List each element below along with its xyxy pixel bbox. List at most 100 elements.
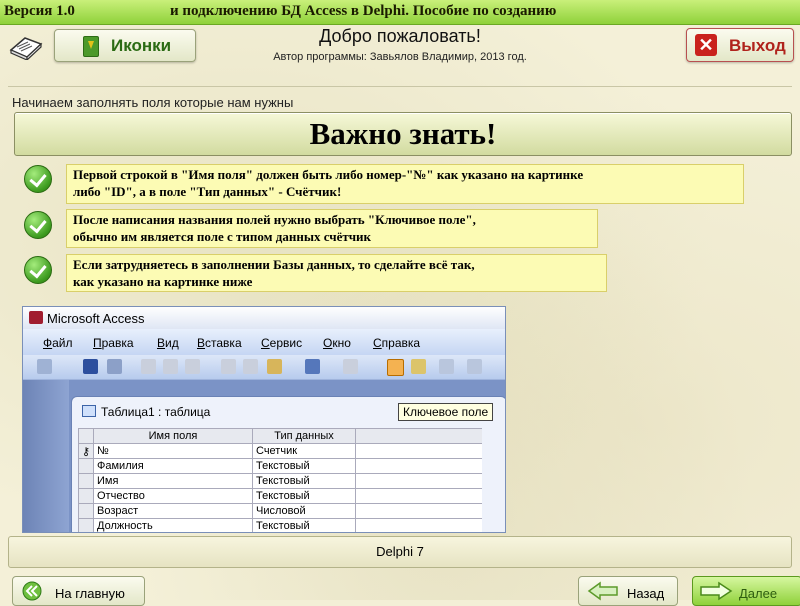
field-description [355, 443, 482, 459]
check-icon [24, 256, 52, 284]
field-type: Текстовый [252, 458, 356, 474]
field-type: Текстовый [252, 518, 356, 532]
tip-box: Первой строкой в "Имя поля" должен быть … [66, 164, 744, 204]
icons-button-label: Иконки [111, 36, 172, 55]
check-icon [24, 211, 52, 239]
column-header: Тип данных [252, 428, 356, 444]
download-icon [83, 36, 99, 57]
next-button[interactable]: Далее [692, 576, 800, 606]
welcome-heading: Добро пожаловать! [319, 26, 481, 46]
table-row: Имя Текстовый [78, 473, 482, 489]
next-button-label: Далее [739, 586, 778, 601]
field-type: Текстовый [252, 473, 356, 489]
delete-rows-icon [467, 359, 482, 374]
field-name: № [93, 443, 253, 459]
menu-item-service: Сервис [261, 336, 303, 350]
field-name: Возраст [93, 503, 253, 519]
design-grid: Имя поля Тип данных ⚷ № Счетчик Фамилия … [78, 428, 482, 532]
row-selector [78, 503, 94, 519]
undo-icon [305, 359, 320, 374]
check-icon [24, 165, 52, 193]
arrow-left-icon [587, 581, 618, 601]
exit-button[interactable]: ✕ Выход [686, 28, 794, 62]
book-icon[interactable] [8, 30, 44, 60]
key-icon: ⚷ [78, 443, 94, 459]
row-selector [78, 428, 94, 444]
menu-item-help: Справка [373, 336, 421, 350]
table-row: ⚷ № Счетчик [78, 443, 482, 459]
table-row: Отчество Текстовый [78, 488, 482, 504]
spell-icon [185, 359, 200, 374]
home-button-label: На главную [55, 586, 125, 601]
banner-title: Важно знать! [309, 116, 497, 151]
field-description [355, 503, 482, 519]
row-selector [78, 473, 94, 489]
menu-item-edit: Правка [93, 336, 134, 350]
field-name: Должность [93, 518, 253, 532]
builder-icon [411, 359, 426, 374]
access-window-title: Microsoft Access [47, 311, 145, 326]
instruction-text: Начинаем заполнять поля которые нам нужн… [12, 95, 294, 110]
paste-icon [267, 359, 282, 374]
divider [8, 86, 792, 87]
field-description [355, 488, 482, 504]
grid-header: Имя поля Тип данных [78, 428, 482, 444]
tip-box: Если затрудняетесь в заполнении Базы дан… [66, 254, 607, 292]
print-icon [141, 359, 156, 374]
tooltip: Ключевое поле [398, 403, 494, 421]
field-type: Счетчик [252, 443, 356, 459]
column-header [355, 428, 482, 444]
save-icon [83, 359, 98, 374]
table-title-text: Таблица1 : таблица [101, 405, 211, 419]
home-button[interactable]: На главную [12, 576, 145, 606]
status-text: Delphi 7 [376, 544, 424, 559]
double-arrow-left-icon [22, 581, 42, 601]
field-type: Числовой [252, 503, 356, 519]
column-header: Имя поля [93, 428, 253, 444]
access-workspace: Таблица1 : таблица Ключевое поле Имя пол… [23, 380, 505, 532]
back-button[interactable]: Назад [578, 576, 678, 606]
table-window-title: Таблица1 : таблица [82, 405, 210, 419]
title-bar: Версия 1.0 и подключению БД Access в Del… [0, 0, 800, 25]
author-line: Автор программы: Завьялов Владимир, 2013… [273, 51, 527, 63]
access-logo-icon [29, 311, 43, 324]
field-description [355, 473, 482, 489]
menu-item-file: Файл [43, 336, 73, 350]
menu-item-window: Окно [323, 336, 351, 350]
tip-line: как указано на картинке ниже [73, 274, 253, 289]
tip-line: Первой строкой в "Имя поля" должен быть … [73, 167, 584, 182]
field-name: Фамилия [93, 458, 253, 474]
redo-icon [343, 359, 358, 374]
exit-button-label: Выход [729, 36, 786, 55]
tip-line: Если затрудняетесь в заполнении Базы дан… [73, 257, 475, 272]
row-selector [78, 458, 94, 474]
access-title-bar: Microsoft Access [23, 307, 505, 329]
key-icon [387, 359, 404, 376]
important-banner: Важно знать! [14, 112, 792, 156]
table-row: Фамилия Текстовый [78, 458, 482, 474]
row-selector [78, 488, 94, 504]
access-toolbar [23, 355, 505, 380]
tip-box: После написания названия полей нужно выб… [66, 209, 598, 248]
cut-icon [221, 359, 236, 374]
status-bar: Delphi 7 [8, 536, 792, 568]
table-row: Должность Текстовый [78, 518, 482, 532]
copy-icon [243, 359, 258, 374]
close-icon: ✕ [695, 34, 717, 56]
table-window: Таблица1 : таблица Ключевое поле Имя пол… [71, 396, 505, 532]
table-icon [82, 405, 96, 417]
tip-line: либо "ID", а в поле "Тип данных" - Счётч… [73, 184, 342, 199]
field-description [355, 518, 482, 532]
field-name: Имя [93, 473, 253, 489]
table-row: Возраст Числовой [78, 503, 482, 519]
access-menu-bar: Файл Правка Вид Вставка Сервис Окно Спра… [23, 329, 505, 355]
version-label: Версия 1.0 [4, 3, 75, 19]
back-button-label: Назад [627, 586, 665, 601]
field-type: Текстовый [252, 488, 356, 504]
access-screenshot: Microsoft Access Файл Правка Вид Вставка… [22, 306, 506, 533]
app-title: и подключению БД Access в Delphi. Пособи… [170, 3, 557, 19]
arrow-right-icon [700, 581, 733, 601]
menu-item-insert: Вставка [197, 336, 242, 350]
icons-button[interactable]: Иконки [54, 29, 196, 62]
menu-item-view: Вид [157, 336, 179, 350]
